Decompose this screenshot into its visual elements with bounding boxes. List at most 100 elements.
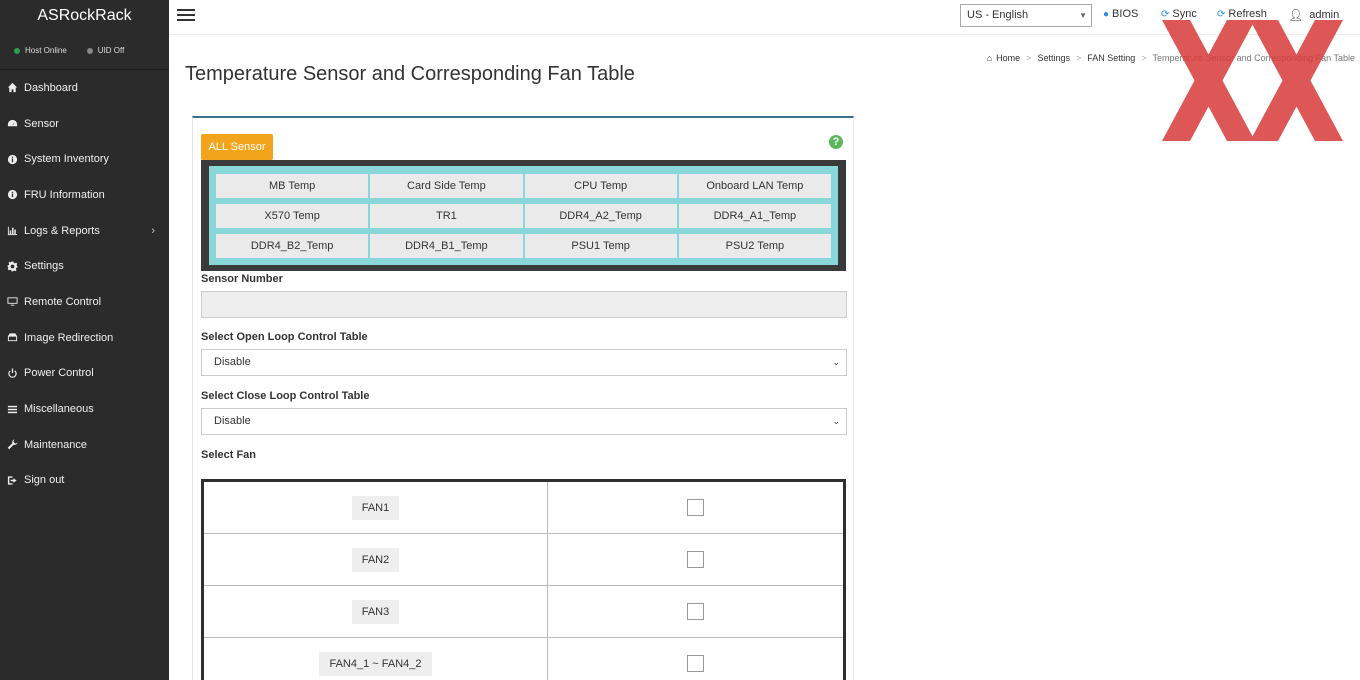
fan-table: FAN1 FAN2 FAN3 FAN4_1 ~ FAN4_2 xyxy=(201,479,846,680)
open-loop-select-value: Disable xyxy=(214,356,251,368)
chevron-down-icon: ⌄ xyxy=(832,416,840,426)
sensor-psu2-temp[interactable]: PSU2 Temp xyxy=(678,234,831,258)
close-loop-select-value: Disable xyxy=(214,415,251,427)
fan-label: FAN3 xyxy=(351,599,400,624)
list-icon xyxy=(6,403,18,415)
select-fan-label: Select Fan xyxy=(201,449,257,461)
sidebar-item-label: Power Control xyxy=(24,367,94,380)
wrench-icon xyxy=(6,439,18,451)
all-sensor-tab[interactable]: ALL Sensor xyxy=(201,134,273,160)
disc-icon xyxy=(6,332,18,344)
watermark-x-icon xyxy=(1162,20,1343,141)
sidebar-item-label: Image Redirection xyxy=(24,331,114,344)
sensor-card-side-temp[interactable]: Card Side Temp xyxy=(370,174,523,198)
gear-icon xyxy=(6,260,18,272)
sidebar-item-label: Sign out xyxy=(24,474,65,487)
breadcrumb-settings[interactable]: Settings xyxy=(1037,53,1070,63)
sync-label: Sync xyxy=(1172,8,1197,20)
sensor-ddr4-a1-temp[interactable]: DDR4_A1_Temp xyxy=(678,204,831,228)
fan1-checkbox[interactable] xyxy=(687,499,704,516)
breadcrumb-home[interactable]: Home xyxy=(996,53,1020,63)
bios-label: BIOS xyxy=(1112,8,1139,20)
sidebar-item-miscellaneous[interactable]: Miscellaneous xyxy=(0,391,169,427)
sidebar-item-label: FRU Information xyxy=(24,188,105,201)
hamburger-menu-icon[interactable] xyxy=(177,9,195,23)
breadcrumb-separator: > xyxy=(1075,53,1082,63)
sidebar-item-label: Miscellaneous xyxy=(24,403,94,416)
sidebar-item-label: Sensor xyxy=(24,117,59,130)
brand-logo: ASRockRack xyxy=(37,7,132,24)
chevron-right-icon: › xyxy=(151,224,155,237)
sync-icon: ⟳ xyxy=(1161,8,1170,20)
sidebar-item-sensor[interactable]: Sensor xyxy=(0,106,169,142)
bar-chart-icon xyxy=(6,225,18,237)
fan-label: FAN2 xyxy=(351,547,400,572)
sensor-number-label: Sensor Number xyxy=(201,273,283,285)
sidebar-item-maintenance[interactable]: Maintenance xyxy=(0,427,169,463)
sidebar: ASRockRack Host Online UID Off Dashboard… xyxy=(0,0,169,680)
host-status: Host Online xyxy=(14,46,67,55)
sensor-x570-temp[interactable]: X570 Temp xyxy=(216,204,369,228)
sensor-cpu-temp[interactable]: CPU Temp xyxy=(524,174,677,198)
fan3-checkbox[interactable] xyxy=(687,603,704,620)
table-row: FAN3 xyxy=(204,586,843,638)
uid-status: UID Off xyxy=(86,46,125,55)
help-icon[interactable]: ? xyxy=(829,135,843,149)
breadcrumb-separator: > xyxy=(1026,53,1032,63)
open-loop-label: Select Open Loop Control Table xyxy=(201,331,368,343)
host-status-dot-icon xyxy=(14,47,20,54)
sidebar-item-label: Remote Control xyxy=(24,295,102,308)
sensor-ddr4-b1-temp[interactable]: DDR4_B1_Temp xyxy=(370,234,523,258)
sidebar-item-sign-out[interactable]: Sign out xyxy=(0,463,169,499)
sidebar-item-image-redirection[interactable]: Image Redirection xyxy=(0,320,169,356)
dashboard-gauge-icon xyxy=(6,118,18,130)
sensor-grid: MB Temp Card Side Temp CPU Temp Onboard … xyxy=(209,166,838,265)
breadcrumb-fan-setting[interactable]: FAN Setting xyxy=(1087,53,1135,63)
info-icon xyxy=(6,153,18,165)
fan4-checkbox[interactable] xyxy=(687,655,704,672)
host-status-label: Host Online xyxy=(25,46,67,55)
uid-status-dot-icon xyxy=(86,47,93,54)
breadcrumb: ⌂ Home > Settings > FAN Setting > Temper… xyxy=(987,53,1355,63)
sidebar-item-fru-information[interactable]: FRU Information xyxy=(0,177,169,213)
sensor-psu1-temp[interactable]: PSU1 Temp xyxy=(524,234,677,258)
user-menu[interactable]: 👤︎ admin xyxy=(1288,8,1339,22)
chevron-down-icon: ⌄ xyxy=(832,357,840,367)
sidebar-item-label: Settings xyxy=(24,260,64,273)
info-icon xyxy=(6,189,18,201)
settings-panel: ALL Sensor ? MB Temp Card Side Temp CPU … xyxy=(192,116,854,680)
language-select[interactable]: US - English ▼ xyxy=(960,4,1092,27)
open-loop-select[interactable]: Disable ⌄ xyxy=(201,349,847,376)
status-row: Host Online UID Off xyxy=(0,32,169,70)
refresh-link[interactable]: ⟳ Refresh xyxy=(1217,8,1267,20)
sidebar-item-dashboard[interactable]: Dashboard xyxy=(0,70,169,106)
sidebar-item-system-inventory[interactable]: System Inventory xyxy=(0,141,169,177)
sidebar-item-logs-reports[interactable]: Logs & Reports › xyxy=(0,213,169,249)
sync-link[interactable]: ⟳ Sync xyxy=(1161,8,1197,20)
table-row: FAN4_1 ~ FAN4_2 xyxy=(204,638,843,680)
user-icon: 👤︎ xyxy=(1288,8,1304,22)
fan2-checkbox[interactable] xyxy=(687,551,704,568)
sensor-ddr4-b2-temp[interactable]: DDR4_B2_Temp xyxy=(216,234,369,258)
home-icon xyxy=(6,82,18,94)
sensor-tr1[interactable]: TR1 xyxy=(370,204,523,228)
close-loop-label: Select Close Loop Control Table xyxy=(201,390,370,402)
sensor-ddr4-a2-temp[interactable]: DDR4_A2_Temp xyxy=(524,204,677,228)
power-icon xyxy=(6,367,18,379)
close-loop-select[interactable]: Disable ⌄ xyxy=(201,408,847,435)
refresh-label: Refresh xyxy=(1228,8,1267,20)
sensor-number-field[interactable] xyxy=(201,291,847,318)
sidebar-item-remote-control[interactable]: Remote Control xyxy=(0,284,169,320)
sidebar-item-power-control[interactable]: Power Control xyxy=(0,356,169,392)
user-label: admin xyxy=(1309,9,1340,21)
top-header: US - English ▼ ● BIOS ⟳ Sync ⟳ Refresh 👤… xyxy=(169,0,1360,35)
sensor-onboard-lan-temp[interactable]: Onboard LAN Temp xyxy=(678,174,831,198)
monitor-icon xyxy=(6,296,18,308)
bios-link[interactable]: ● BIOS xyxy=(1103,8,1138,20)
fan-label: FAN1 xyxy=(351,495,400,520)
uid-status-label: UID Off xyxy=(97,46,125,55)
sensor-mb-temp[interactable]: MB Temp xyxy=(216,174,369,198)
sidebar-item-settings[interactable]: Settings xyxy=(0,248,169,284)
sidebar-item-label: Dashboard xyxy=(24,81,78,94)
language-select-value: US - English xyxy=(967,9,1029,21)
